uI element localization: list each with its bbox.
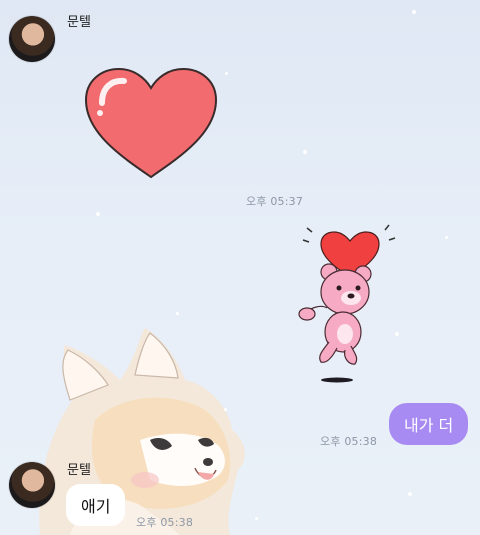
sender-name: 문텔 xyxy=(67,15,91,30)
snowflake xyxy=(303,150,307,154)
incoming-message-bubble[interactable]: 애기 xyxy=(66,484,126,526)
avatar[interactable] xyxy=(9,16,55,62)
snowflake xyxy=(225,72,228,75)
message-timestamp: 오후 05:38 xyxy=(320,435,378,448)
outgoing-message-bubble[interactable]: 내가 더 xyxy=(389,403,469,445)
chat-wallpaper xyxy=(0,0,480,535)
message-timestamp: 오후 05:37 xyxy=(246,195,304,208)
sender-name: 문텔 xyxy=(67,463,91,478)
snowflake xyxy=(445,236,448,239)
message-timestamp: 오후 05:38 xyxy=(136,516,194,529)
snowflake xyxy=(96,212,100,216)
snowflake xyxy=(224,408,227,411)
snowflake xyxy=(408,492,412,496)
snowflake xyxy=(412,10,416,14)
snowflake xyxy=(176,312,179,315)
avatar[interactable] xyxy=(9,462,55,508)
heart-sticker[interactable] xyxy=(82,65,220,185)
bear-sticker[interactable] xyxy=(293,222,403,387)
fox-illustration xyxy=(39,328,245,535)
snowflake xyxy=(255,517,258,520)
